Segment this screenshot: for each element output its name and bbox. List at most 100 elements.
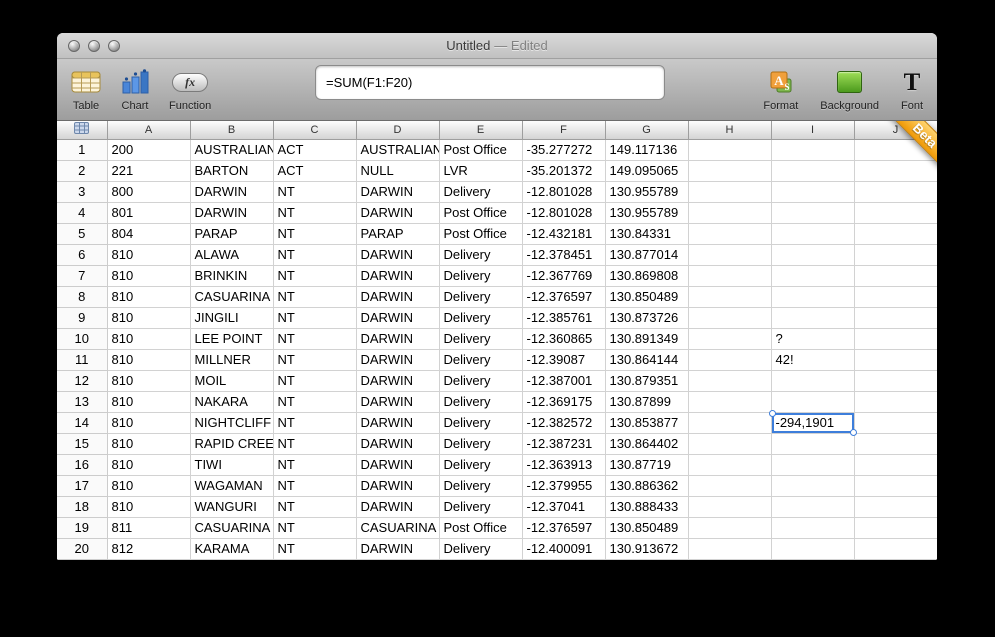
cell-J11[interactable] (854, 349, 937, 371)
row-header-12[interactable]: 12 (57, 369, 108, 392)
cell-F18[interactable]: -12.37041 (522, 496, 606, 518)
cell-A14[interactable]: 810 (107, 412, 191, 434)
cell-E15[interactable]: Delivery (439, 433, 523, 455)
cell-J20[interactable] (854, 538, 937, 560)
cell-J13[interactable] (854, 391, 937, 413)
cell-A7[interactable]: 810 (107, 265, 191, 287)
cell-E18[interactable]: Delivery (439, 496, 523, 518)
cell-I20[interactable] (771, 538, 855, 560)
row-header-18[interactable]: 18 (57, 495, 108, 518)
cell-B18[interactable]: WANGURI (190, 496, 274, 518)
cell-D5[interactable]: PARAP (356, 223, 440, 245)
cell-H15[interactable] (688, 433, 772, 455)
cell-H10[interactable] (688, 328, 772, 350)
cell-A10[interactable]: 810 (107, 328, 191, 350)
zoom-window-button[interactable] (108, 40, 120, 52)
cell-C5[interactable]: NT (273, 223, 357, 245)
cell-D15[interactable]: DARWIN (356, 433, 440, 455)
cell-I16[interactable] (771, 454, 855, 476)
cell-F2[interactable]: -35.201372 (522, 160, 606, 182)
cell-B17[interactable]: WAGAMAN (190, 475, 274, 497)
cell-I18[interactable] (771, 496, 855, 518)
cell-A2[interactable]: 221 (107, 160, 191, 182)
cell-H17[interactable] (688, 475, 772, 497)
cell-I11[interactable]: 42! (771, 349, 855, 371)
column-header-A[interactable]: A (106, 121, 191, 140)
cell-J12[interactable] (854, 370, 937, 392)
cell-G19[interactable]: 130.850489 (605, 517, 689, 539)
cell-D1[interactable]: AUSTRALIAN (356, 139, 440, 161)
cell-B13[interactable]: NAKARA (190, 391, 274, 413)
cell-C15[interactable]: NT (273, 433, 357, 455)
cell-A19[interactable]: 811 (107, 517, 191, 539)
cell-C16[interactable]: NT (273, 454, 357, 476)
row-header-3[interactable]: 3 (57, 180, 108, 203)
cell-H6[interactable] (688, 244, 772, 266)
cell-F9[interactable]: -12.385761 (522, 307, 606, 329)
cell-G20[interactable]: 130.913672 (605, 538, 689, 560)
cell-J4[interactable] (854, 202, 937, 224)
cell-E9[interactable]: Delivery (439, 307, 523, 329)
cell-G14[interactable]: 130.853877 (605, 412, 689, 434)
cell-B16[interactable]: TIWI (190, 454, 274, 476)
cell-I7[interactable] (771, 265, 855, 287)
cell-H9[interactable] (688, 307, 772, 329)
cell-A18[interactable]: 810 (107, 496, 191, 518)
cell-D13[interactable]: DARWIN (356, 391, 440, 413)
cell-D3[interactable]: DARWIN (356, 181, 440, 203)
cell-F17[interactable]: -12.379955 (522, 475, 606, 497)
cell-F14[interactable]: -12.382572 (522, 412, 606, 434)
cell-C8[interactable]: NT (273, 286, 357, 308)
cell-E16[interactable]: Delivery (439, 454, 523, 476)
cell-B7[interactable]: BRINKIN (190, 265, 274, 287)
cell-I4[interactable] (771, 202, 855, 224)
cell-B2[interactable]: BARTON (190, 160, 274, 182)
cell-G9[interactable]: 130.873726 (605, 307, 689, 329)
cell-I13[interactable] (771, 391, 855, 413)
cell-D19[interactable]: CASUARINA (356, 517, 440, 539)
cell-B20[interactable]: KARAMA (190, 538, 274, 560)
cell-G1[interactable]: 149.117136 (605, 139, 689, 161)
column-header-B[interactable]: B (189, 121, 274, 140)
cell-D4[interactable]: DARWIN (356, 202, 440, 224)
column-header-H[interactable]: H (687, 121, 772, 140)
row-header-4[interactable]: 4 (57, 201, 108, 224)
cell-B8[interactable]: CASUARINA (190, 286, 274, 308)
background-button[interactable]: Background (820, 64, 879, 112)
cell-D16[interactable]: DARWIN (356, 454, 440, 476)
cell-A8[interactable]: 810 (107, 286, 191, 308)
column-header-F[interactable]: F (521, 121, 606, 140)
cell-E13[interactable]: Delivery (439, 391, 523, 413)
cell-C3[interactable]: NT (273, 181, 357, 203)
cell-B4[interactable]: DARWIN (190, 202, 274, 224)
cell-B5[interactable]: PARAP (190, 223, 274, 245)
cell-A15[interactable]: 810 (107, 433, 191, 455)
select-all-corner[interactable] (57, 121, 108, 140)
cell-I6[interactable] (771, 244, 855, 266)
cell-F13[interactable]: -12.369175 (522, 391, 606, 413)
cell-I1[interactable] (771, 139, 855, 161)
cell-I5[interactable] (771, 223, 855, 245)
cell-C9[interactable]: NT (273, 307, 357, 329)
cell-G15[interactable]: 130.864402 (605, 433, 689, 455)
cell-J14[interactable] (854, 412, 937, 434)
cell-B3[interactable]: DARWIN (190, 181, 274, 203)
cell-F12[interactable]: -12.387001 (522, 370, 606, 392)
cell-H1[interactable] (688, 139, 772, 161)
cell-A6[interactable]: 810 (107, 244, 191, 266)
cell-C2[interactable]: ACT (273, 160, 357, 182)
cell-A3[interactable]: 800 (107, 181, 191, 203)
cell-B10[interactable]: LEE POINT (190, 328, 274, 350)
cell-H16[interactable] (688, 454, 772, 476)
cell-G17[interactable]: 130.886362 (605, 475, 689, 497)
cell-E12[interactable]: Delivery (439, 370, 523, 392)
cell-H12[interactable] (688, 370, 772, 392)
cell-G12[interactable]: 130.879351 (605, 370, 689, 392)
cell-G8[interactable]: 130.850489 (605, 286, 689, 308)
font-button[interactable]: T Font (901, 64, 923, 113)
cell-J8[interactable] (854, 286, 937, 308)
cell-F7[interactable]: -12.367769 (522, 265, 606, 287)
cell-H5[interactable] (688, 223, 772, 245)
row-header-15[interactable]: 15 (57, 432, 108, 455)
cell-F6[interactable]: -12.378451 (522, 244, 606, 266)
